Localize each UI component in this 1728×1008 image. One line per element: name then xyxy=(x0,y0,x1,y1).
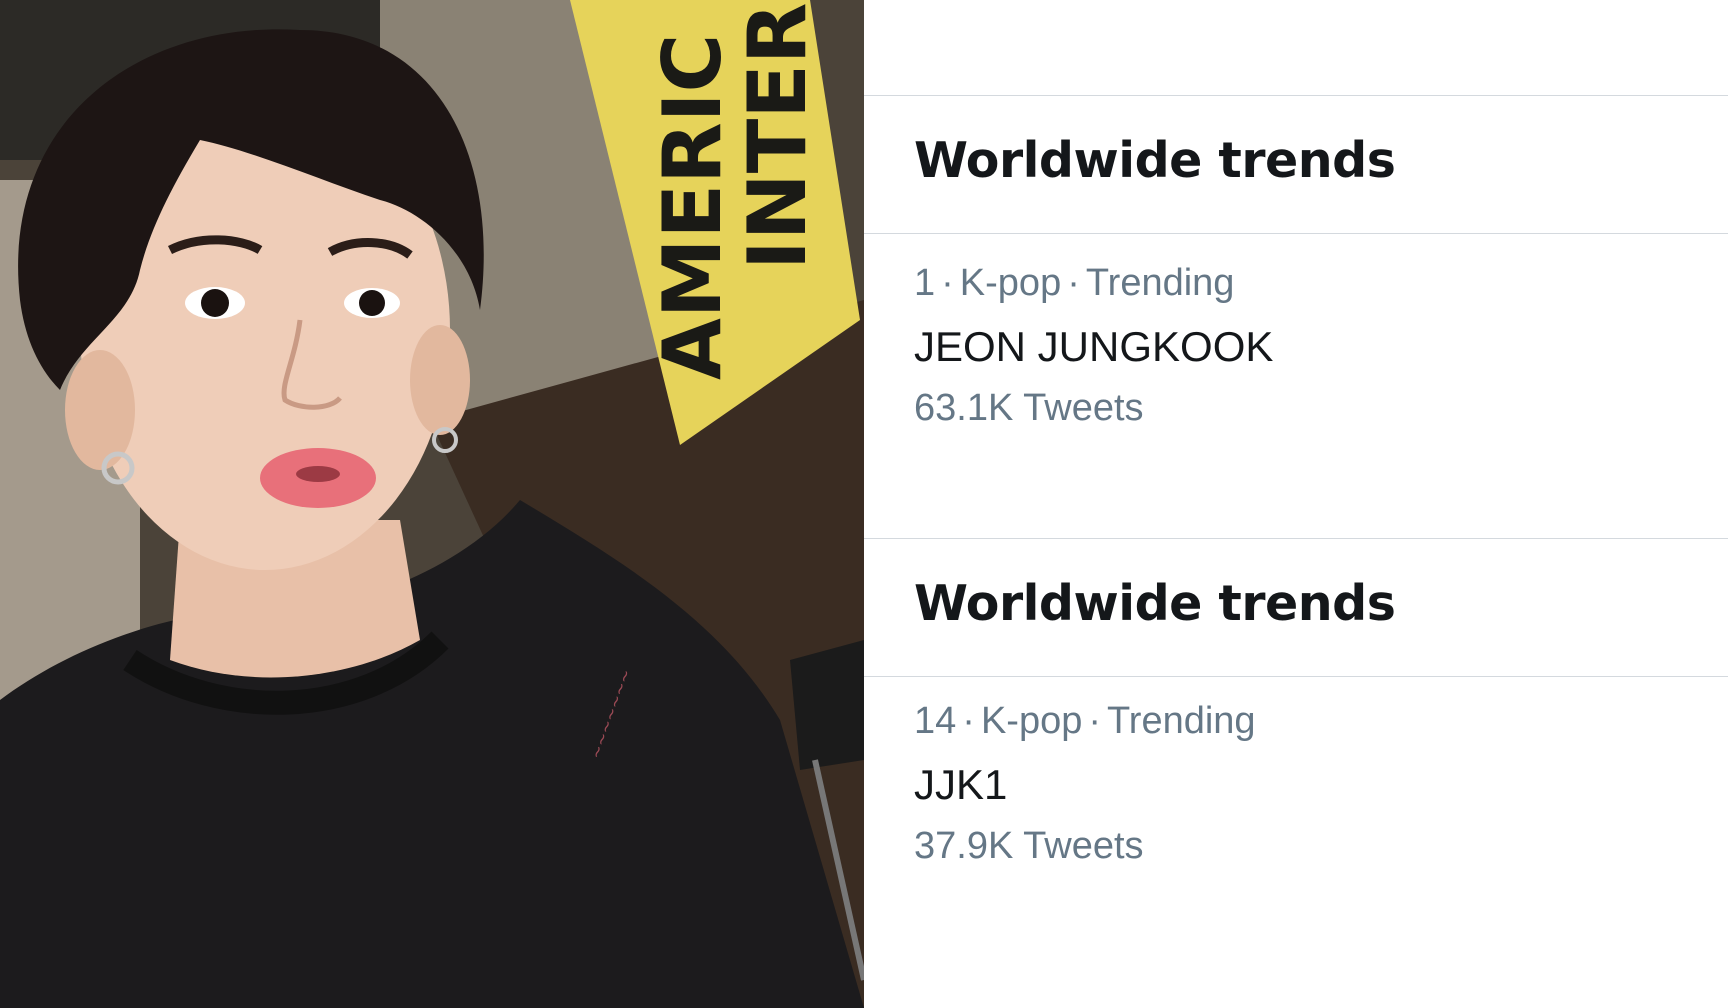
trend-name[interactable]: JEON JUNGKOOK xyxy=(914,323,1273,371)
tweet-count: 37.9K Tweets xyxy=(914,825,1144,867)
photo-illustration: AMERIC INTER ~~~~~~~ xyxy=(0,0,864,1008)
selfie-photo: AMERIC INTER ~~~~~~~ xyxy=(0,0,864,1008)
separator-dot: · xyxy=(941,262,954,304)
divider xyxy=(864,233,1728,234)
section-title: Worldwide trends xyxy=(914,575,1396,632)
trend-rank: 14 xyxy=(914,700,957,742)
sign-line-1: AMERIC xyxy=(646,34,739,380)
trend-category: K-pop xyxy=(959,262,1062,304)
trend-status: Trending xyxy=(1107,700,1256,742)
trends-panel: Worldwide trends 1 · K-pop · Trending JEON J… xyxy=(864,0,1728,1008)
separator-dot: · xyxy=(1088,700,1101,742)
separator-dot: · xyxy=(962,700,975,742)
trend-category: K-pop xyxy=(980,700,1083,742)
divider xyxy=(864,538,1728,539)
section-title: Worldwide trends xyxy=(914,132,1396,189)
divider xyxy=(864,676,1728,677)
sign-line-2: INTER xyxy=(731,2,824,270)
tweet-count: 63.1K Tweets xyxy=(914,387,1144,429)
trend-meta: 1 · K-pop · Trending xyxy=(914,262,1234,305)
page: AMERIC INTER ~~~~~~~ Worldwide trends 1 … xyxy=(0,0,1728,1008)
trend-rank: 1 xyxy=(914,262,936,304)
trend-name[interactable]: JJK1 xyxy=(914,761,1007,809)
separator-dot: · xyxy=(1067,262,1080,304)
trend-status: Trending xyxy=(1085,262,1235,304)
trend-meta: 14 · K-pop · Trending xyxy=(914,700,1256,743)
divider xyxy=(864,95,1728,96)
